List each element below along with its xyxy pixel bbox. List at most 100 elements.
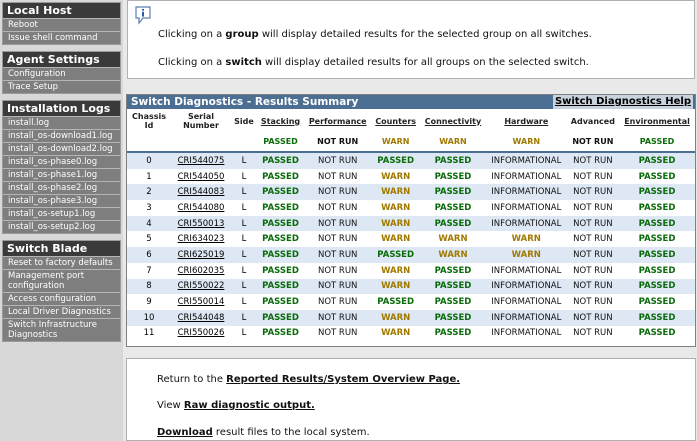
serial-number-link[interactable]: CRI602035: [171, 262, 231, 279]
serial-number-link[interactable]: CRI544075: [171, 152, 231, 169]
table-cell: PASSED: [257, 262, 305, 279]
log-link[interactable]: install_os-setup1.log: [3, 207, 120, 220]
summary-cell: [127, 132, 171, 153]
table-row: 11 CRI550026 L PASSED NOT RUN WARN PASSED INFOR…: [127, 325, 695, 342]
serial-number-link[interactable]: CRI550013: [171, 215, 231, 232]
table-row: 4 CRI550013 L PASSED NOT RUN WARN PASSED INFORM…: [127, 215, 695, 232]
table-cell: 2: [127, 184, 171, 201]
table-cell: INFORMATIONAL: [485, 168, 567, 185]
management-port-link[interactable]: Management port configuration: [3, 269, 120, 292]
section-title: Local Host: [3, 3, 120, 18]
local-driver-diagnostics-link[interactable]: Local Driver Diagnostics: [3, 305, 120, 318]
table-row: 7 CRI602035 L PASSED NOT RUN WARN PASSED INFORM…: [127, 262, 695, 279]
header-row: Chassis Id Serial Number Side Stacking P…: [127, 110, 695, 132]
table-cell: NOT RUN: [566, 200, 620, 216]
table-row: 9 CRI550014 L PASSED NOT RUN PASSED PASSED INFO…: [127, 294, 695, 310]
table-cell: 0: [127, 152, 171, 169]
table-cell: WARN: [371, 309, 421, 326]
table-cell: NOT RUN: [566, 309, 620, 326]
table-cell: 7: [127, 262, 171, 279]
serial-number-link[interactable]: CRI550014: [171, 294, 231, 310]
section-title: Agent Settings: [3, 52, 120, 67]
table-row: 8 CRI550022 L PASSED NOT RUN WARN PASSED INFORM…: [127, 278, 695, 295]
col-hardware[interactable]: Hardware: [486, 110, 567, 132]
log-link[interactable]: install_os-phase1.log: [3, 168, 120, 181]
table-cell: WARN: [371, 215, 421, 232]
overview-link[interactable]: Reported Results/System Overview Page.: [226, 374, 460, 385]
raw-output-link[interactable]: Raw diagnostic output.: [184, 400, 315, 411]
serial-number-link[interactable]: CRI544083: [171, 184, 231, 201]
issue-shell-command-link[interactable]: Issue shell command: [3, 31, 120, 44]
table-cell: PASSED: [420, 215, 486, 232]
table-cell: L: [231, 231, 257, 248]
access-configuration-link[interactable]: Access configuration: [3, 292, 120, 305]
table-cell: PASSED: [420, 152, 486, 169]
table-cell: WARN: [371, 262, 421, 279]
serial-number-link[interactable]: CRI544048: [171, 309, 231, 326]
help-link[interactable]: Switch Diagnostics Help: [552, 95, 693, 109]
table-cell: PASSED: [257, 278, 305, 295]
col-connectivity[interactable]: Connectivity: [420, 110, 486, 132]
table-cell: PASSED: [257, 152, 305, 169]
log-link[interactable]: install_os-setup2.log: [3, 220, 120, 233]
table-cell: PASSED: [619, 294, 695, 310]
table-cell: L: [231, 168, 257, 185]
table-cell: PASSED: [619, 309, 695, 326]
trace-setup-link[interactable]: Trace Setup: [3, 80, 120, 93]
col-stacking[interactable]: Stacking: [257, 110, 304, 132]
table-cell: NOT RUN: [304, 152, 372, 169]
configuration-link[interactable]: Configuration: [3, 67, 120, 80]
table-cell: PASSED: [371, 247, 421, 263]
serial-number-link[interactable]: CRI544080: [171, 200, 231, 216]
col-environmental[interactable]: Environmental: [619, 110, 695, 132]
log-link[interactable]: install_os-phase0.log: [3, 155, 120, 168]
table-cell: NOT RUN: [566, 168, 620, 185]
serial-number-link[interactable]: CRI544050: [171, 168, 231, 185]
table-cell: NOT RUN: [304, 262, 372, 279]
raw-output-line: View Raw diagnostic output.: [157, 400, 315, 411]
local-host-section: Local Host Reboot Issue shell command: [2, 2, 121, 45]
log-link[interactable]: install_os-phase2.log: [3, 181, 120, 194]
table-cell: PASSED: [257, 200, 305, 216]
table-cell: INFORMATIONAL: [485, 262, 567, 279]
table-cell: NOT RUN: [566, 184, 620, 201]
table-cell: L: [231, 152, 257, 169]
table-cell: PASSED: [619, 168, 695, 185]
table-cell: L: [231, 278, 257, 295]
table-cell: L: [231, 294, 257, 310]
table-cell: PASSED: [619, 278, 695, 295]
table-cell: 4: [127, 215, 171, 232]
table-cell: PASSED: [619, 152, 695, 169]
col-side: Side: [234, 116, 254, 126]
reboot-link[interactable]: Reboot: [3, 18, 120, 31]
table-cell: INFORMATIONAL: [485, 325, 567, 342]
table-cell: WARN: [371, 325, 421, 342]
table-cell: NOT RUN: [304, 200, 372, 216]
installation-logs-section: Installation Logs install.log install_os…: [2, 100, 121, 234]
log-link[interactable]: install_os-phase3.log: [3, 194, 120, 207]
serial-number-link[interactable]: CRI625019: [171, 247, 231, 263]
log-link[interactable]: install.log: [3, 116, 120, 129]
log-link[interactable]: install_os-download2.log: [3, 142, 120, 155]
summary-cell: PASSED: [257, 132, 305, 153]
col-performance[interactable]: Performance: [304, 110, 371, 132]
info-icon: [135, 6, 151, 25]
info-line-switch: Clicking on a switch will display detail…: [158, 57, 589, 68]
table-cell: NOT RUN: [566, 262, 620, 279]
table-cell: PASSED: [619, 215, 695, 232]
table-cell: PASSED: [257, 184, 305, 201]
serial-number-link[interactable]: CRI634023: [171, 231, 231, 248]
table-cell: NOT RUN: [304, 325, 372, 342]
switch-infrastructure-diagnostics-link[interactable]: Switch Infrastructure Diagnostics: [3, 318, 120, 341]
table-cell: WARN: [371, 278, 421, 295]
table-cell: WARN: [371, 168, 421, 185]
log-link[interactable]: install_os-download1.log: [3, 129, 120, 142]
reset-factory-link[interactable]: Reset to factory defaults: [3, 256, 120, 269]
serial-number-link[interactable]: CRI550026: [171, 325, 231, 342]
table-cell: PASSED: [420, 184, 486, 201]
actions-box: Return to the Reported Results/System Ov…: [126, 358, 696, 441]
download-link[interactable]: Download: [157, 427, 213, 438]
summary-cell: WARN: [371, 132, 421, 153]
serial-number-link[interactable]: CRI550022: [171, 278, 231, 295]
col-counters[interactable]: Counters: [371, 110, 420, 132]
